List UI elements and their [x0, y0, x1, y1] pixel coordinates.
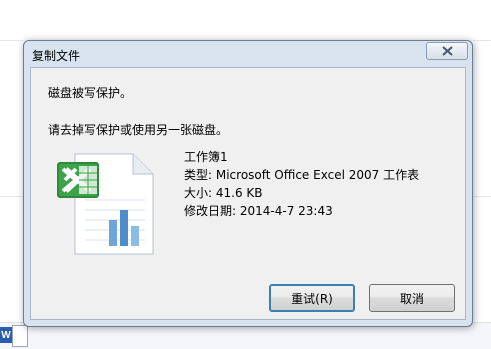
- document-page-icon: [12, 325, 28, 347]
- dialog-body: 磁盘被写保护。 请去掉写保护或使用另一张磁盘。 工作簿1 类型: Microso…: [30, 67, 466, 320]
- excel-file-icon: [57, 152, 157, 256]
- file-modified-date: 修改日期: 2014-4-7 23:43: [184, 204, 333, 218]
- close-icon: [441, 46, 453, 56]
- retry-button[interactable]: 重试(R): [269, 284, 355, 312]
- cancel-button[interactable]: 取消: [369, 284, 455, 312]
- close-button[interactable]: [426, 42, 468, 60]
- file-size: 大小: 41.6 KB: [184, 186, 263, 200]
- background-divider: [473, 196, 491, 197]
- file-type: 类型: Microsoft Office Excel 2007 工作表: [184, 168, 420, 182]
- dialog-titlebar[interactable]: 复制文件: [24, 41, 472, 67]
- error-message: 磁盘被写保护。: [48, 86, 133, 100]
- background-divider: [473, 40, 491, 41]
- word-document-icon[interactable]: W: [0, 327, 12, 343]
- copy-file-dialog: 复制文件 磁盘被写保护。 请去掉写保护或使用另一张磁盘。 工作簿1 类型: Mi…: [23, 40, 473, 327]
- file-details: 工作簿1 类型: Microsoft Office Excel 2007 工作表…: [184, 148, 419, 220]
- file-name: 工作簿1: [184, 150, 228, 164]
- dialog-title: 复制文件: [32, 49, 81, 63]
- instruction-message: 请去掉写保护或使用另一张磁盘。: [48, 123, 229, 137]
- background-divider: [0, 196, 23, 197]
- background-divider: [0, 40, 23, 41]
